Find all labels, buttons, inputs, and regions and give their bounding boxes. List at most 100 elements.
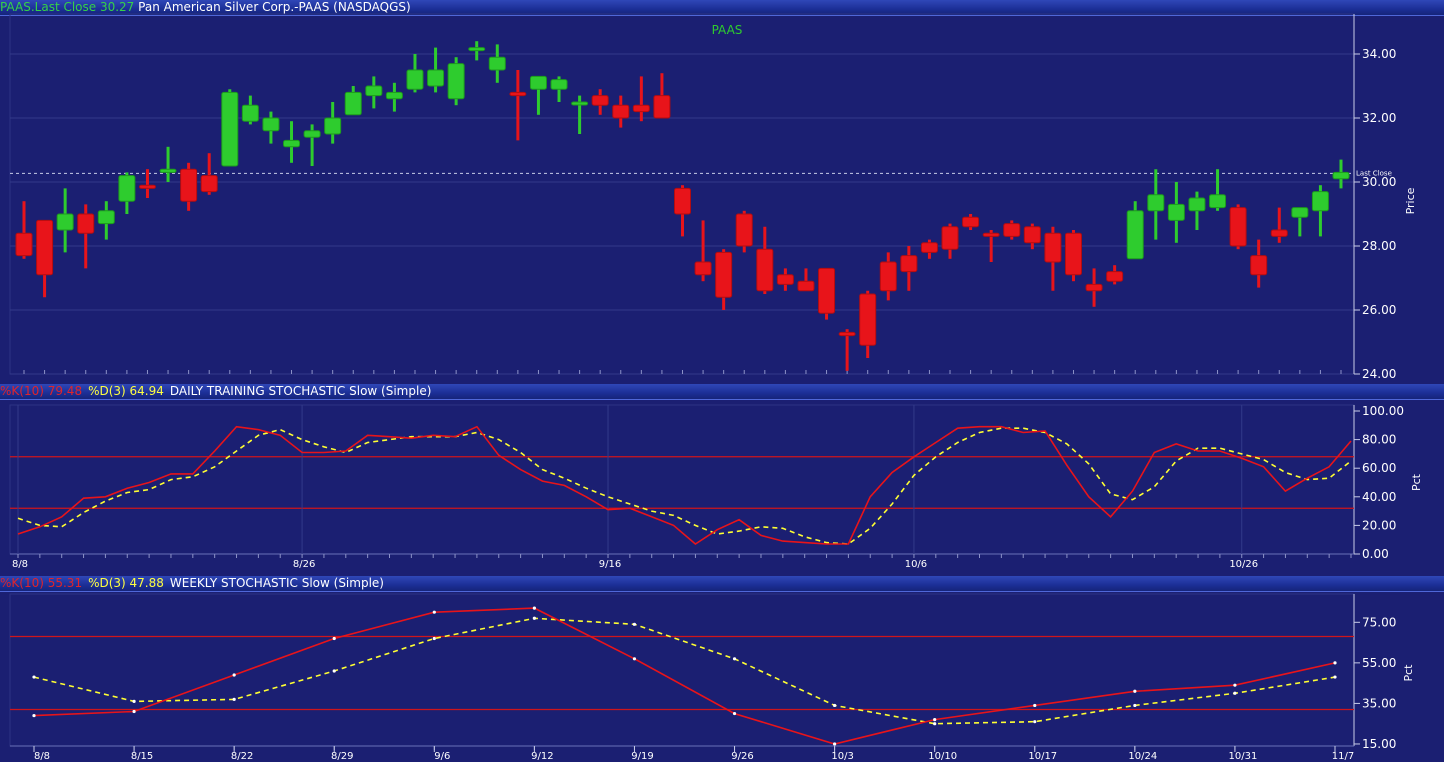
d-series-point: [732, 657, 737, 661]
candle-body: [838, 331, 856, 337]
candle-body: [1332, 171, 1350, 180]
candle-body: [900, 255, 918, 273]
candle-body: [1167, 203, 1185, 221]
y-tick-label: 0.00: [1362, 547, 1389, 561]
d-series-line: [17, 427, 1352, 545]
candle-body: [241, 104, 259, 122]
candle-body: [776, 274, 794, 285]
candle-body: [735, 213, 753, 247]
candle-body: [118, 175, 136, 202]
x-tick-label: 9/16: [599, 559, 621, 570]
x-tick-label: 10/10: [928, 751, 957, 762]
candle-body: [756, 248, 774, 292]
y-tick-label: 34.00: [1362, 47, 1396, 61]
candle-body: [1291, 207, 1309, 218]
candle-body: [138, 184, 156, 189]
k-series-point: [432, 610, 436, 614]
y-axis-label: Pct: [1402, 664, 1415, 682]
candle-body: [468, 47, 486, 52]
x-tick-label: 10/24: [1128, 751, 1157, 762]
k-series-point: [132, 709, 136, 714]
candle-body: [1311, 191, 1329, 212]
y-tick-label: 40.00: [1362, 490, 1396, 504]
daily-stochastic-chart[interactable]: 100.00 80.00 60.00 40.00 20.00 0.00 Pct 8/8 8/26…: [0, 384, 1444, 576]
candle-body: [488, 56, 506, 71]
d-series-point: [1033, 720, 1037, 724]
candle-body: [159, 168, 177, 173]
candle-body: [879, 261, 897, 292]
x-tick-label: 9/26: [731, 751, 753, 762]
candle-body: [715, 251, 733, 298]
k-series-point: [732, 711, 737, 716]
candle-body: [97, 210, 115, 225]
candle-body: [1147, 194, 1165, 212]
d-series-point: [933, 722, 937, 726]
candle-body: [1064, 232, 1082, 276]
k-series-point: [1033, 703, 1037, 708]
x-tick-label: 11/7: [1332, 751, 1354, 762]
k-series-point: [32, 713, 36, 718]
candle-body: [674, 187, 691, 215]
k-series-point: [833, 742, 837, 746]
d-series-point: [1233, 691, 1237, 695]
candle-body: [365, 85, 383, 97]
candle-body: [406, 69, 424, 90]
x-tick-label: 8/29: [331, 751, 353, 762]
candle-body: [653, 95, 671, 119]
d-series-point: [1333, 675, 1337, 679]
chart-title: PAAS: [712, 23, 743, 37]
x-tick-label: 10/26: [1229, 559, 1258, 570]
candle-body: [283, 139, 301, 148]
candle-body: [56, 213, 74, 231]
candle-body: [200, 175, 218, 193]
candle-body: [1106, 271, 1124, 282]
x-tick-label: 9/12: [531, 751, 553, 762]
candle-body: [982, 232, 1000, 237]
candle-body: [1209, 194, 1227, 209]
x-tick-label: 8/15: [131, 751, 153, 762]
candle-body: [1270, 229, 1288, 237]
candle-body: [324, 117, 342, 135]
candle-body: [591, 95, 609, 106]
y-tick-label: 32.00: [1362, 111, 1396, 125]
candle-body: [385, 91, 403, 100]
x-tick-label: 9/6: [434, 751, 450, 762]
y-tick-label: 60.00: [1362, 461, 1396, 475]
d-series-point: [532, 616, 536, 620]
candle-body: [303, 130, 321, 138]
candle-body: [1044, 232, 1062, 263]
d-series-point: [432, 636, 436, 641]
candle-body: [550, 79, 568, 90]
k-series-point: [1233, 683, 1237, 687]
candle-body: [962, 216, 980, 228]
last-close-label: Last Close: [1356, 169, 1392, 177]
weekly-stochastic-panel: %K(10) 55.31 %D(3) 47.88 WEEKLY STOCHASTIC…: [0, 576, 1444, 762]
x-tick-label: 10/3: [831, 751, 853, 762]
x-tick-label: 8/26: [293, 559, 315, 570]
candle-body: [1126, 210, 1144, 260]
candle-body: [447, 63, 465, 100]
y-tick-label: 24.00: [1362, 367, 1396, 381]
candle-body: [344, 91, 362, 116]
x-tick-label: 8/8: [12, 559, 28, 570]
y-tick-label: 20.00: [1362, 518, 1396, 532]
d-series-point: [332, 669, 336, 673]
k-series-line: [17, 425, 1352, 545]
weekly-stochastic-chart[interactable]: 75.00 55.00 35.00 15.00 Pct 8/8 8/15 8/22 8/29 9/…: [0, 576, 1444, 762]
candle-body: [632, 104, 650, 113]
d-series-point: [632, 622, 637, 626]
candle-body: [1023, 226, 1041, 244]
k-series-point: [232, 673, 236, 677]
candle-body: [529, 75, 547, 90]
y-tick-label: 15.00: [1362, 737, 1396, 751]
d-series-point: [232, 697, 236, 701]
price-chart[interactable]: 34.0032.0030.0028.0026.0024.00PAASPriceL…: [0, 0, 1444, 384]
candle-body: [1085, 283, 1103, 292]
k-series-point: [1333, 661, 1337, 665]
candle-body: [920, 242, 938, 253]
candle-body: [509, 91, 527, 97]
x-tick-label: 8/8: [34, 751, 50, 762]
y-tick-label: 80.00: [1362, 433, 1396, 447]
y-tick-label: 28.00: [1362, 239, 1396, 253]
candle-body: [1188, 197, 1206, 212]
